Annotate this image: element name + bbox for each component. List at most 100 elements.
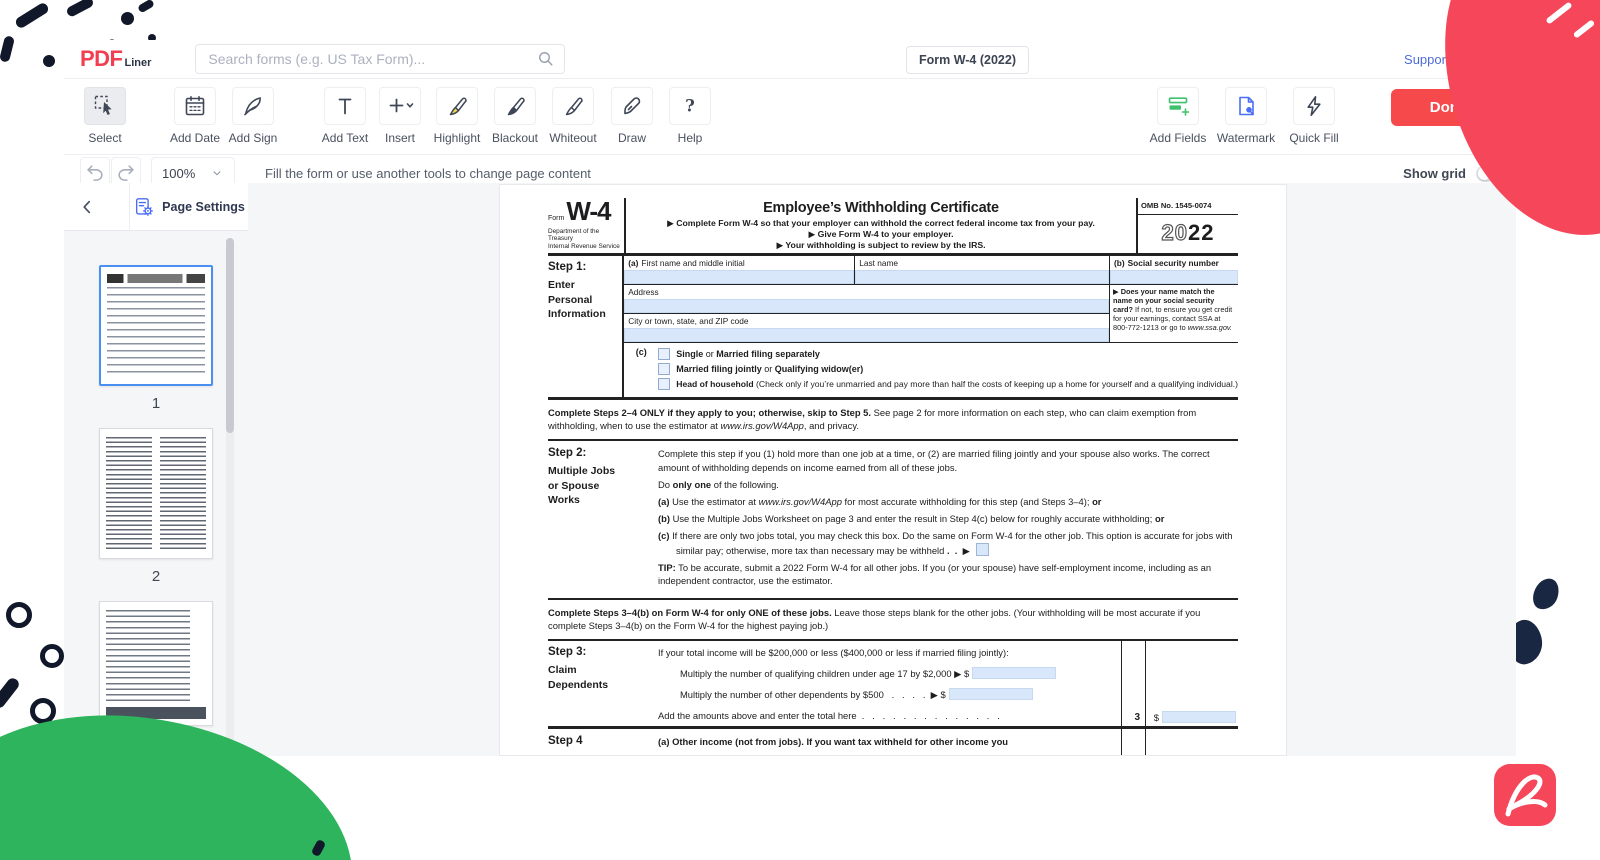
city-field[interactable] [624, 328, 1109, 342]
tool-select[interactable]: Select [85, 87, 125, 154]
sidebar-scrollbar[interactable] [226, 238, 234, 742]
two-jobs-checkbox[interactable] [976, 543, 989, 556]
year-bold: 22 [1188, 220, 1214, 245]
step3-total-line: Add the amounts above and enter the tota… [658, 709, 1114, 722]
page-thumbnail-3[interactable] [99, 601, 213, 726]
chevron-down-icon [210, 166, 224, 180]
step3-children-line: Multiply the number of qualifying childr… [658, 667, 1114, 680]
pdfliner-logo[interactable]: PDF Liner [80, 48, 151, 70]
page-settings-icon [133, 196, 155, 218]
filing-status-option: Married filing jointly or Qualifying wid… [658, 363, 1238, 375]
tool-blackout[interactable]: Blackout [495, 87, 535, 154]
omb-number: OMB No. 1545-0074 [1138, 198, 1238, 215]
tool-label: Insert [385, 131, 415, 145]
question-mark-icon: ? [669, 87, 711, 125]
dept-line: Department of the Treasury [548, 228, 624, 243]
page-thumbnail-1[interactable] [99, 265, 213, 386]
step1-label: Step 1: Enter Personal Information [548, 256, 622, 397]
first-name-field[interactable] [624, 270, 854, 284]
first-name-label: (a)First name and middle initial [624, 256, 854, 270]
page-thumbnails: 1 2 [64, 230, 248, 756]
thumb-content [107, 274, 205, 283]
step2-tip: TIP: To be accurate, submit a 2022 Form … [658, 561, 1238, 587]
step4-section: Step 4 (a) Other income (not from jobs).… [548, 729, 1238, 755]
document-page: FormW-4 Department of the Treasury Inter… [500, 185, 1286, 755]
tool-quick-fill[interactable]: Quick Fill [1294, 87, 1334, 145]
w4-title-block: Employee’s Withholding Certificate ▶ Com… [624, 198, 1138, 253]
head-of-household-checkbox[interactable] [658, 378, 670, 390]
single-checkbox[interactable] [658, 348, 670, 360]
step1-subtitle: Personal [548, 293, 622, 308]
step4-box-divider [1145, 729, 1146, 755]
doodle-dot [121, 12, 134, 25]
total-dependents-amount-field[interactable] [1162, 711, 1236, 723]
doodle-blob [1530, 575, 1563, 613]
page-thumbnail-2[interactable] [99, 428, 213, 559]
doodle-dash [65, 0, 94, 18]
form-instruction: ▶ Your withholding is subject to review … [632, 240, 1130, 251]
ssn-field[interactable] [1110, 270, 1238, 284]
ssa-note: ▶ Does your name match the name on your … [1110, 285, 1238, 342]
tool-highlight[interactable]: Highlight [437, 87, 477, 154]
step2-paragraph: Do only one of the following. [658, 478, 1238, 491]
plus-chevron-icon [379, 87, 421, 125]
tool-help[interactable]: ? Help [670, 87, 710, 154]
step4-title: Step 4 [548, 735, 658, 755]
page-thumb-group: 1 [64, 265, 248, 412]
step1-subtitle: Information [548, 307, 622, 322]
doodle-dash [14, 1, 50, 29]
svg-text:?: ? [685, 97, 695, 116]
text-icon [324, 87, 366, 125]
search-icon[interactable] [536, 49, 556, 69]
step4-box-divider [1121, 729, 1122, 755]
tool-whiteout[interactable]: Whiteout [553, 87, 593, 154]
step2-label: Step 2: Multiple Jobs or Spouse Works [548, 447, 658, 591]
page-settings-button[interactable]: Page Settings [130, 183, 248, 230]
step3-section: Step 3: Claim Dependents If your total i… [548, 641, 1238, 729]
tool-add-text[interactable]: Add Text [325, 87, 365, 154]
pages-sidebar: Page Settings 1 [64, 183, 248, 756]
filing-status-options: Single or Married filing separately Marr… [658, 346, 1238, 393]
search-input[interactable] [195, 44, 565, 74]
doodle-bar [0, 35, 15, 63]
last-name-field[interactable] [855, 270, 1109, 284]
other-dependents-amount-field[interactable] [949, 688, 1033, 700]
address-field[interactable] [624, 299, 1109, 313]
tool-label: Add Text [322, 131, 368, 145]
form-code: W-4 [566, 196, 610, 226]
draw-pen-icon [611, 87, 653, 125]
w4-header: FormW-4 Department of the Treasury Inter… [548, 198, 1238, 256]
address-label: Address [624, 285, 1109, 299]
qualifying-children-amount-field[interactable] [972, 667, 1056, 679]
step2-subtitle: Multiple Jobs [548, 464, 658, 479]
collapse-sidebar-button[interactable] [64, 183, 130, 230]
tool-draw[interactable]: Draw [612, 87, 652, 154]
tool-label: Highlight [434, 131, 481, 145]
tool-add-fields[interactable]: Add Fields [1158, 87, 1198, 145]
tool-watermark[interactable]: Watermark [1226, 87, 1266, 145]
last-name-label: Last name [855, 256, 1109, 270]
step3-intro: If your total income will be $200,000 or… [658, 646, 1114, 659]
tool-insert[interactable]: Insert [380, 87, 420, 154]
page-number: 2 [64, 568, 248, 585]
editor-hint-text: Fill the form or use another tools to ch… [265, 166, 591, 181]
married-jointly-checkbox[interactable] [658, 363, 670, 375]
screen: PDF Liner Form W-4 (2022) Support Log in [0, 0, 1600, 860]
support-link[interactable]: Support [1404, 52, 1450, 67]
tool-label: Watermark [1217, 131, 1275, 145]
steps-2-4-note: Complete Steps 2–4 ONLY if they apply to… [548, 400, 1238, 441]
address-rows: Address City or town, state, and ZIP cod… [624, 285, 1238, 343]
whiteout-brush-icon [552, 87, 594, 125]
tool-label: Whiteout [549, 131, 596, 145]
calendar-icon [174, 87, 216, 125]
scrollbar-thumb[interactable] [226, 238, 234, 433]
tool-add-date[interactable]: Add Date [175, 87, 215, 154]
step2-paragraph: Complete this step if you (1) hold more … [658, 447, 1238, 473]
tool-label: Blackout [492, 131, 538, 145]
line-3-amount: $ [1154, 711, 1236, 723]
w4-form: FormW-4 Department of the Treasury Inter… [548, 198, 1238, 755]
pdf-logo-icon [1494, 764, 1556, 826]
line-3-number: 3 [1134, 712, 1140, 723]
tool-add-sign[interactable]: Add Sign [233, 87, 273, 154]
form-name-badge[interactable]: Form W-4 (2022) [906, 46, 1029, 74]
